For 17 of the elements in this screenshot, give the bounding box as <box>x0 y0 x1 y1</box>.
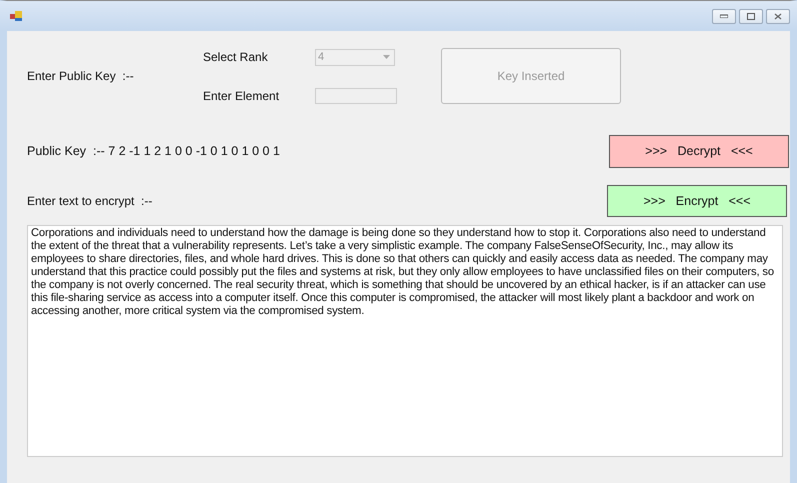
minimize-button[interactable] <box>712 8 736 24</box>
app-icon <box>10 11 22 21</box>
caret-icon <box>383 55 390 59</box>
close-icon <box>774 12 782 20</box>
enter-element-label: Enter Element <box>203 88 280 102</box>
enter-public-key-label: Enter Public Key :-- <box>27 69 135 83</box>
text-area[interactable]: Corporations and individuals need to understand how the damage is being done so they understand how to stop it. Corporations also need to understand the extent of the threat that a vulnerability represents. Let’s take a very simplistic example. The company FalseSenseOfSecurity, Inc., may allow its employees to share directories, files, and whole hard drives. This is done so that others can quickly and easily access data as needed. The company may understand that this practice could possibly put the files and systems at risk, but they only allow employees to have unclassified files on their computers, so the company is not overly concerned. The real security threat, which is something that should be uncovered by an ethical hacker, is if an attacker can use this file-sharing service as access into a computer itself. Once this computer is compromised, the attacker will most likely plant a backdoor and work on accessing another, more critical system via the compromised system. <box>27 225 783 457</box>
maximize-button[interactable] <box>739 8 763 24</box>
minimize-icon <box>720 14 728 18</box>
encrypt-button[interactable]: >>> Encrypt <<< <box>607 185 787 217</box>
maximize-icon <box>747 12 755 20</box>
close-button[interactable] <box>766 8 790 24</box>
rank-value: 4 <box>318 51 324 63</box>
encrypt-text-label: Enter text to encrypt :-- <box>27 194 152 208</box>
select-rank-label: Select Rank <box>203 50 269 64</box>
decrypt-button[interactable]: >>> Decrypt <<< <box>609 134 789 168</box>
public-key-text: Public Key :-- 7 2 -1 1 2 1 0 0 -1 0 1 0 1 0 0 1 <box>27 144 280 158</box>
